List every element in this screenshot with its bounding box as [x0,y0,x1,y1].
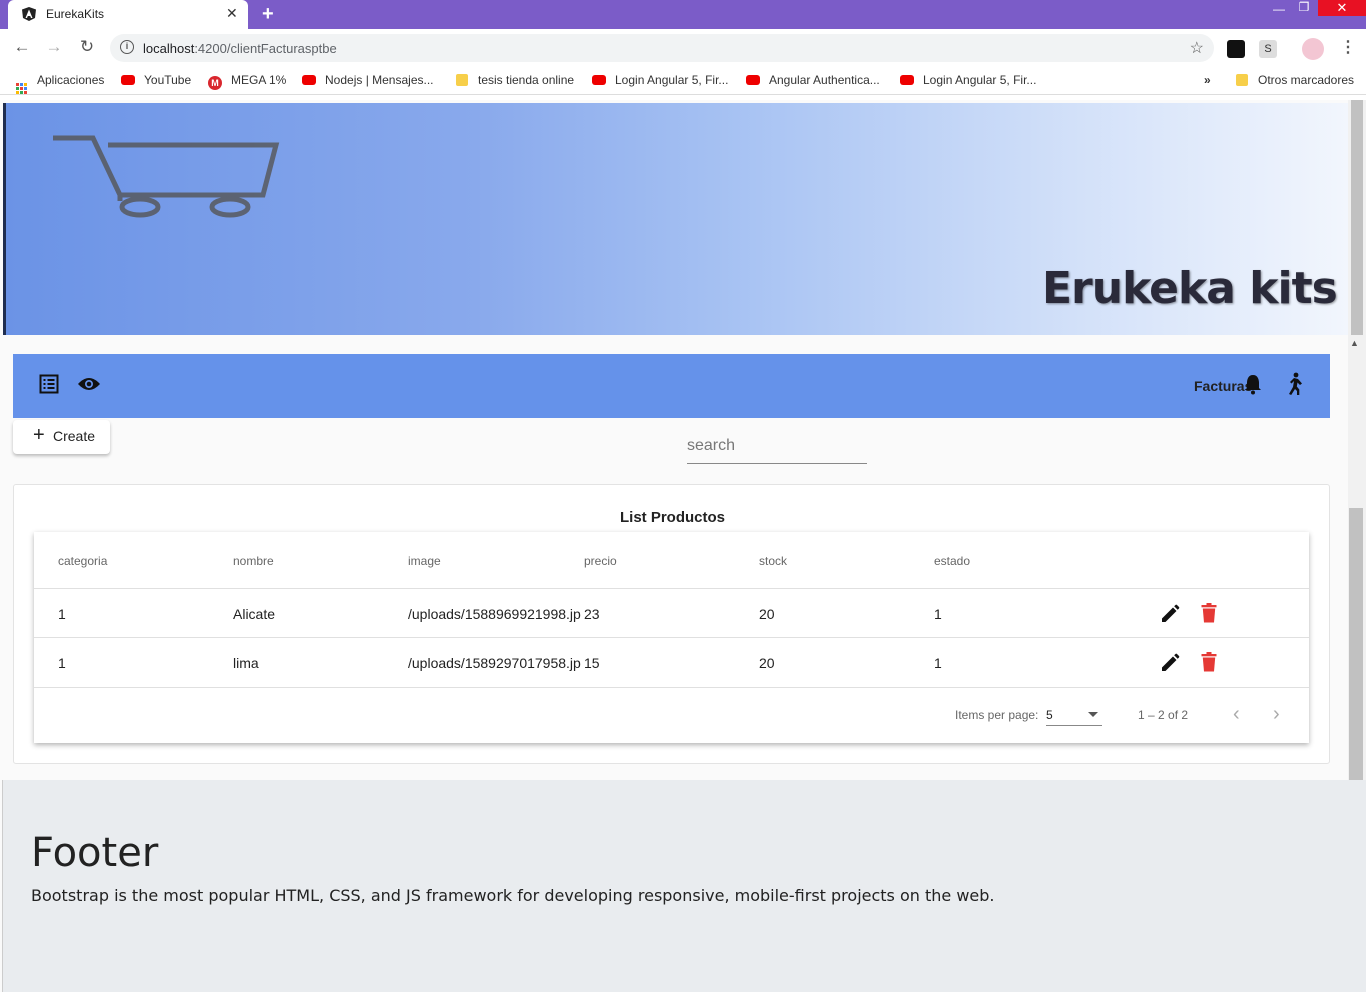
cell-nombre: Alicate [233,606,276,622]
list-icon[interactable] [39,374,59,394]
header-estado[interactable]: estado [934,554,970,568]
youtube-icon [592,75,606,85]
visibility-eye-icon[interactable] [77,376,101,392]
table-row: 1 lima /uploads/1589297017958.jp 15 20 1 [34,637,1309,686]
next-page-icon[interactable]: › [1273,703,1280,726]
edit-pencil-icon[interactable] [1160,653,1180,673]
cell-estado: 1 [934,655,942,671]
products-table: categoria nombre image precio stock esta… [34,532,1309,743]
forward-icon[interactable]: → [44,37,64,57]
header-image[interactable]: image [408,554,441,568]
browser-tab[interactable]: EurekaKits ✕ [8,0,248,29]
back-icon[interactable]: ← [12,37,32,57]
cell-categoria: 1 [58,655,66,671]
url-text[interactable]: localhost:4200/clientFacturasptbe [143,41,337,56]
page-range: 1 – 2 of 2 [1138,708,1189,722]
window-close-icon[interactable]: ✕ [1318,0,1366,16]
bookmark-login-angular-1[interactable]: Login Angular 5, Fir... [592,73,728,87]
bookmark-nodejs[interactable]: Nodejs | Mensajes... [302,73,434,87]
footer-title: Footer [31,830,159,876]
scroll-up-icon[interactable]: ▲ [1350,338,1359,348]
new-tab-button[interactable]: + [262,3,274,26]
notifications-bell-icon[interactable] [1242,373,1264,395]
browser-toolbar: ← → ↻ i localhost:4200/clientFacturasptb… [0,29,1366,67]
tab-title: EurekaKits [46,7,105,21]
bookmark-tesis[interactable]: tesis tienda online [456,73,574,87]
bookmark-angular-auth[interactable]: Angular Authentica... [746,73,880,87]
cell-precio: 15 [584,655,600,671]
angular-icon [22,7,36,21]
mega-icon: M [208,76,222,90]
bookmark-other[interactable]: Otros marcadores [1236,73,1354,87]
minimize-icon[interactable]: — [1265,2,1293,31]
cell-image: /uploads/1589297017958.jp [408,655,581,671]
bookmarks-bar: Aplicaciones YouTube M MEGA 1% Nodejs | M… [0,67,1366,95]
card-title: List Productos [619,509,725,526]
footer-text: Bootstrap is the most popular HTML, CSS,… [31,886,995,905]
reload-icon[interactable]: ↻ [77,37,97,57]
bookmark-mega[interactable]: M MEGA 1% [208,73,286,90]
cell-precio: 23 [584,606,600,622]
bookmark-youtube[interactable]: YouTube [121,73,191,87]
logout-run-icon[interactable] [1284,372,1304,396]
inner-scroll-thumb[interactable] [1349,508,1363,780]
brand-name: Erukeka kits [1042,263,1338,314]
cell-estado: 1 [934,606,942,622]
folder-icon [1236,74,1248,86]
products-card: List Productos categoria nombre image pr… [13,484,1330,764]
search-input[interactable]: search [687,437,867,464]
header-nombre[interactable]: nombre [233,554,274,568]
address-bar[interactable]: i localhost:4200/clientFacturasptbe ☆ [110,34,1214,62]
page-size-select[interactable]: 5 [1046,704,1102,726]
dropdown-caret-icon [1088,712,1098,717]
cell-stock: 20 [759,655,775,671]
delete-trash-icon[interactable] [1201,652,1217,672]
table-row: 1 Alicate /uploads/1588969921998.jp 23 2… [34,588,1309,637]
create-button[interactable]: + Create [13,420,110,454]
browser-titlebar: EurekaKits ✕ + — ❐ ✕ [0,0,1366,29]
previous-page-icon[interactable]: ‹ [1233,703,1240,726]
delete-trash-icon[interactable] [1201,603,1217,623]
browser-menu-icon[interactable]: ⋮ [1340,37,1356,57]
header-precio[interactable]: precio [584,554,617,568]
cell-nombre: lima [233,655,259,671]
add-icon: + [33,424,45,446]
extension-s-icon[interactable]: S [1259,40,1277,58]
outer-scroll-thumb[interactable] [1351,100,1363,335]
shopping-cart-icon [53,135,280,218]
bookmark-login-angular-2[interactable]: Login Angular 5, Fir... [900,73,1036,87]
apps-grid-icon [16,83,27,94]
bookmark-star-icon[interactable]: ☆ [1190,38,1204,58]
profile-avatar-icon[interactable] [1302,38,1324,60]
hero-banner: Erukeka kits [3,103,1349,335]
items-per-page-label: Items per page: [955,708,1039,722]
edit-pencil-icon[interactable] [1160,604,1180,624]
bookmark-aplicaciones[interactable]: Aplicaciones [16,73,104,94]
extension-icon[interactable] [1227,40,1245,58]
page-content: Erukeka kits ▲ Facturas + Create search [0,100,1366,992]
info-icon[interactable]: i [120,40,134,54]
cell-stock: 20 [759,606,775,622]
youtube-icon [302,75,316,85]
paginator: Items per page: 5 1 – 2 of 2 ‹ › [34,687,1309,743]
cell-categoria: 1 [58,606,66,622]
bookmarks-more-icon[interactable]: » [1204,73,1211,87]
youtube-icon [121,75,135,85]
restore-icon[interactable]: ❐ [1290,0,1318,29]
header-categoria[interactable]: categoria [58,554,107,568]
cell-image: /uploads/1588969921998.jp [408,606,581,622]
header-stock[interactable]: stock [759,554,787,568]
youtube-icon [746,75,760,85]
youtube-icon [900,75,914,85]
folder-icon [456,74,468,86]
footer: Footer Bootstrap is the most popular HTM… [2,780,1366,992]
app-toolbar: Facturas [13,354,1330,418]
tab-close-icon[interactable]: ✕ [226,5,238,22]
